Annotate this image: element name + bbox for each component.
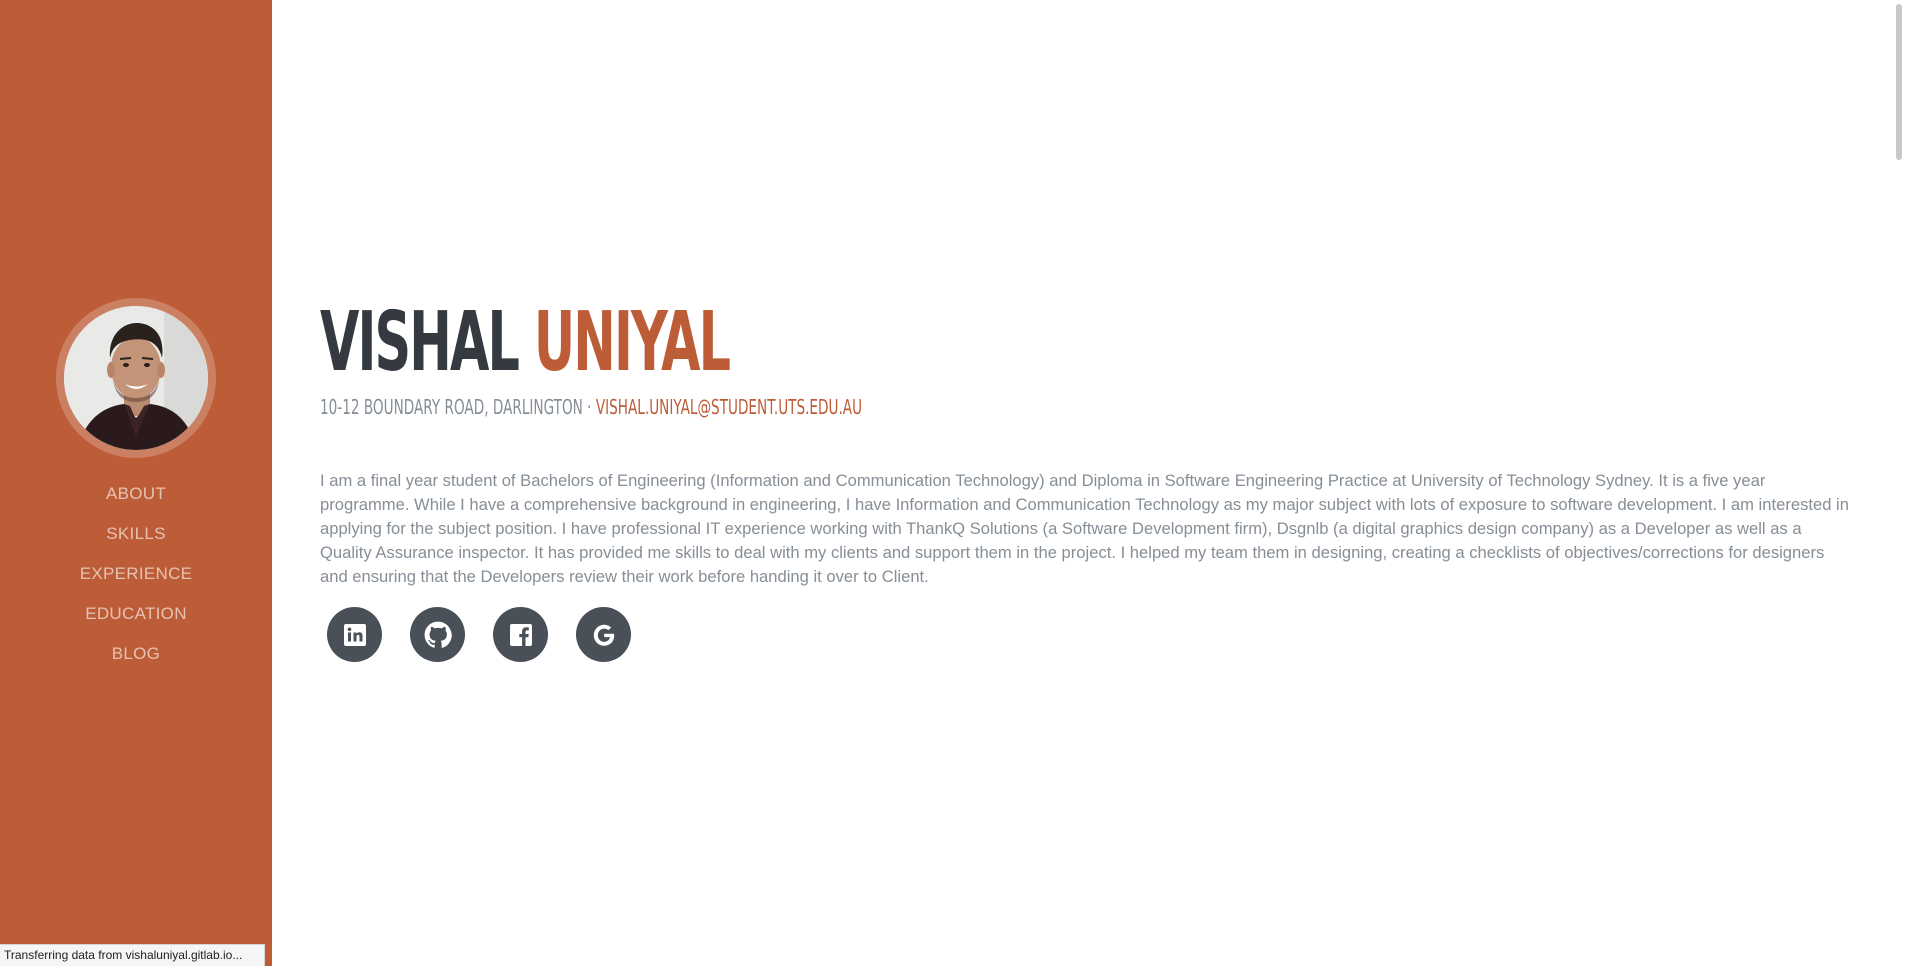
nav-item-experience: EXPERIENCE	[0, 559, 272, 599]
sidebar: ABOUT SKILLS EXPERIENCE EDUCATION BLOG	[0, 0, 272, 966]
nav-link-experience[interactable]: EXPERIENCE	[80, 564, 193, 583]
bio-paragraph: I am a final year student of Bachelors o…	[320, 471, 1849, 586]
avatar	[64, 306, 208, 450]
last-name: UNIYAL	[533, 295, 731, 390]
first-name: VISHAL	[320, 295, 520, 390]
nav-item-education: EDUCATION	[0, 599, 272, 639]
nav-item-about: ABOUT	[0, 479, 272, 519]
google-icon	[593, 624, 614, 646]
nav-link-about[interactable]: ABOUT	[106, 484, 166, 503]
facebook-button[interactable]	[493, 607, 548, 662]
nav-link-skills[interactable]: SKILLS	[106, 524, 165, 543]
avatar-frame	[56, 298, 216, 458]
facebook-icon	[509, 623, 532, 646]
nav-item-blog: BLOG	[0, 639, 272, 679]
github-icon	[424, 621, 452, 648]
page-title: VISHAL UNIYAL	[320, 295, 731, 390]
linkedin-button[interactable]	[327, 607, 382, 662]
profile-photo	[64, 306, 208, 450]
linkedin-icon	[343, 623, 366, 646]
social-icons	[327, 607, 631, 662]
nav-link-education[interactable]: EDUCATION	[85, 604, 187, 623]
address-text: 10-12 Boundary Road, Darlington ·	[320, 395, 592, 419]
page: ABOUT SKILLS EXPERIENCE EDUCATION BLOG V…	[0, 0, 1908, 966]
vertical-scrollbar[interactable]	[1890, 0, 1908, 966]
contact-line: 10-12 Boundary Road, Darlington · vishal…	[320, 394, 862, 420]
google-button[interactable]	[576, 607, 631, 662]
scrollbar-thumb[interactable]	[1896, 4, 1902, 160]
browser-status-bar: Transferring data from vishaluniyal.gitl…	[0, 944, 265, 966]
nav-link-blog[interactable]: BLOG	[112, 644, 160, 663]
email-link[interactable]: vishal.uniyal@student.uts.edu.au	[596, 395, 862, 419]
github-button[interactable]	[410, 607, 465, 662]
sidebar-nav: ABOUT SKILLS EXPERIENCE EDUCATION BLOG	[0, 479, 272, 679]
nav-item-skills: SKILLS	[0, 519, 272, 559]
